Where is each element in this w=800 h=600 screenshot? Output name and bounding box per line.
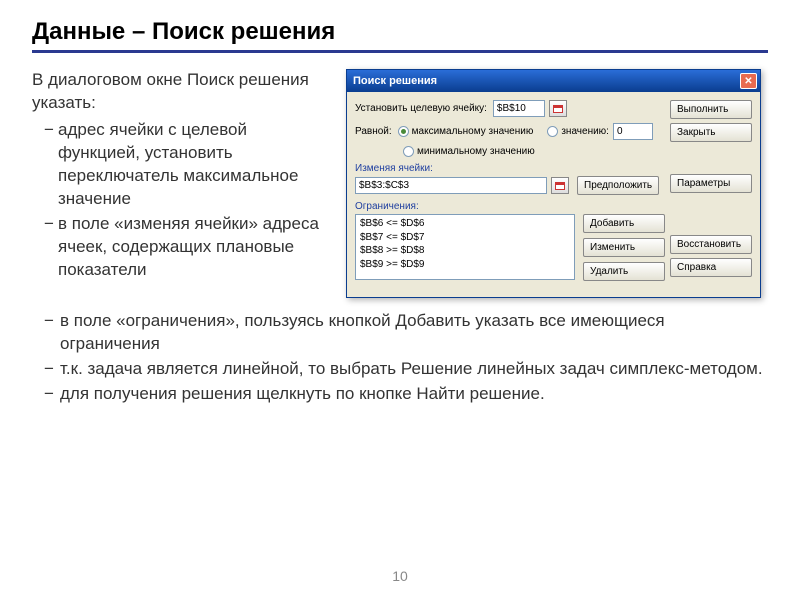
cell-ref-icon[interactable] [551, 177, 569, 194]
list-item: адрес ячейки с целевой функцией, установ… [44, 119, 332, 211]
solver-dialog: Поиск решения ✕ Выполнить Закрыть Параме… [346, 69, 761, 298]
radio-min[interactable] [403, 146, 414, 157]
slide-title: Данные – Поиск решения [32, 18, 768, 53]
parameters-button[interactable]: Параметры [670, 174, 752, 193]
value-input[interactable] [613, 123, 653, 140]
list-item: $B$9 >= $D$9 [360, 258, 570, 272]
change-button[interactable]: Изменить [583, 238, 665, 257]
list-item: $B$8 >= $D$8 [360, 244, 570, 258]
list-item: для получения решения щелкнуть по кнопке… [44, 383, 768, 406]
list-item: в поле «ограничения», пользуясь кнопкой … [44, 310, 768, 356]
guess-button[interactable]: Предположить [577, 176, 659, 195]
bottom-bullet-list: в поле «ограничения», пользуясь кнопкой … [32, 310, 768, 406]
radio-max-label: максимальному значению [412, 126, 534, 137]
delete-button[interactable]: Удалить [583, 262, 665, 281]
close-icon[interactable]: ✕ [740, 73, 757, 89]
dialog-titlebar[interactable]: Поиск решения ✕ [347, 70, 760, 92]
page-number: 10 [392, 568, 408, 584]
add-button[interactable]: Добавить [583, 214, 665, 233]
target-cell-label: Установить целевую ячейку: [355, 103, 487, 114]
close-button[interactable]: Закрыть [670, 123, 752, 142]
changing-cells-input[interactable] [355, 177, 547, 194]
constraints-listbox[interactable]: $B$6 <= $D$6 $B$7 <= $D$7 $B$8 >= $D$8 $… [355, 214, 575, 280]
radio-value-label: значению: [561, 126, 609, 137]
list-item: т.к. задача является линейной, то выбрат… [44, 358, 768, 381]
list-item: $B$7 <= $D$7 [360, 231, 570, 245]
restore-button[interactable]: Восстановить [670, 235, 752, 254]
left-bullet-list: адрес ячейки с целевой функцией, установ… [32, 119, 332, 282]
help-button[interactable]: Справка [670, 258, 752, 277]
list-item: в поле «изменяя ячейки» адреса ячеек, со… [44, 213, 332, 282]
list-item: $B$6 <= $D$6 [360, 217, 570, 231]
execute-button[interactable]: Выполнить [670, 100, 752, 119]
radio-max[interactable] [398, 126, 409, 137]
radio-min-label: минимальному значению [417, 146, 535, 157]
target-cell-input[interactable] [493, 100, 545, 117]
dialog-title: Поиск решения [353, 75, 437, 87]
radio-value[interactable] [547, 126, 558, 137]
equal-label: Равной: [355, 126, 392, 137]
intro-text: В диалоговом окне Поиск решения указать: [32, 69, 332, 115]
cell-ref-icon[interactable] [549, 100, 567, 117]
